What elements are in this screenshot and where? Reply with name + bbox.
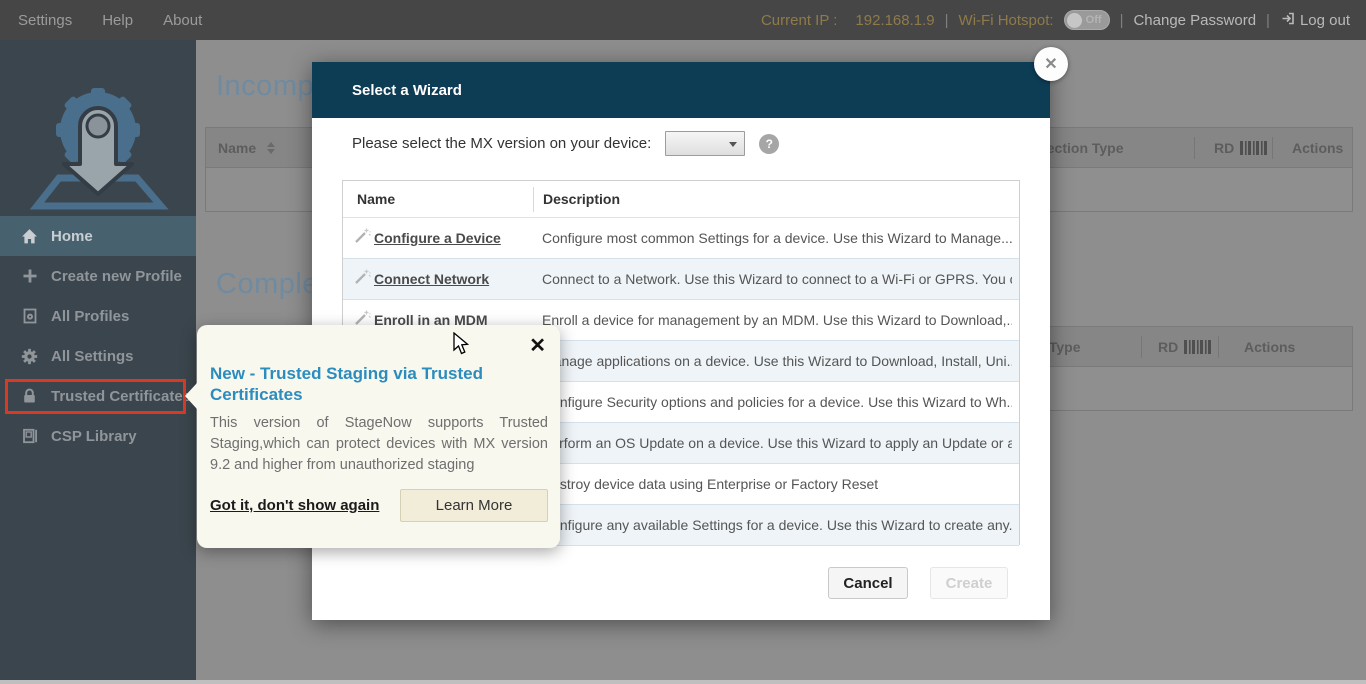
logout-icon <box>1280 11 1295 30</box>
wizard-list-header: Name Description <box>343 181 1019 218</box>
help-icon[interactable]: ? <box>759 134 779 154</box>
wizard-name-link[interactable]: Connect Network <box>374 271 532 287</box>
sidebar-item-label: All Settings <box>51 348 134 365</box>
gear-icon <box>21 348 38 365</box>
top-menu: Settings Help About <box>0 12 202 29</box>
sidebar-item-home[interactable]: Home <box>0 216 196 256</box>
sidebar-nav: Home Create new Profile All Profiles <box>0 216 196 456</box>
sidebar-item-all-settings[interactable]: All Settings <box>0 336 196 376</box>
wifi-hotspot-toggle[interactable]: Off <box>1064 10 1110 30</box>
tooltip-close-icon[interactable]: ✕ <box>529 333 546 358</box>
wizard-description: Configure Security options and policies … <box>542 394 1012 410</box>
divider <box>533 187 534 212</box>
sidebar-item-label: Home <box>51 228 93 245</box>
column-header-rd: RD <box>1214 128 1268 168</box>
dialog-close-button[interactable]: ✕ <box>1034 47 1068 81</box>
wizard-description: Enroll a device for management by an MDM… <box>542 312 1012 328</box>
wizard-name-link[interactable]: Configure a Device <box>374 230 532 246</box>
toggle-knob <box>1067 13 1082 28</box>
dismiss-link[interactable]: Got it, don't show again <box>210 497 379 514</box>
dialog-title: Select a Wizard <box>352 82 462 99</box>
wizard-row-configure-a-device[interactable]: Configure a Device Configure most common… <box>343 218 1019 259</box>
wizard-description: Configure most common Settings for a dev… <box>542 230 1012 246</box>
divider: | <box>1266 12 1270 29</box>
wand-icon <box>354 268 371 290</box>
profiles-icon <box>21 308 38 325</box>
sidebar-item-csp-library[interactable]: CSP Library <box>0 416 196 456</box>
sidebar-item-label: Create new Profile <box>51 268 182 285</box>
menu-about[interactable]: About <box>163 12 202 29</box>
barcode-icon <box>1184 340 1212 354</box>
bottom-strip <box>0 680 1366 684</box>
logout-label: Log out <box>1300 12 1350 29</box>
cancel-button[interactable]: Cancel <box>828 567 908 599</box>
tooltip-footer: Got it, don't show again Learn More <box>210 489 548 522</box>
wizard-description-column-header: Description <box>543 181 620 218</box>
mx-version-label: Please select the MX version on your dev… <box>352 135 651 152</box>
tooltip-body-text: This version of StageNow supports Truste… <box>210 413 548 476</box>
wizard-description: Configure any available Settings for a d… <box>542 517 1012 533</box>
stagenow-app-window: Settings Help About Current IP : 192.168… <box>0 0 1366 684</box>
mx-version-select[interactable] <box>665 131 745 156</box>
sidebar-item-create-new-profile[interactable]: Create new Profile <box>0 256 196 296</box>
divider <box>1141 336 1142 358</box>
stagenow-logo <box>23 68 173 223</box>
sidebar-item-all-profiles[interactable]: All Profiles <box>0 296 196 336</box>
sidebar: Home Create new Profile All Profiles <box>0 40 196 684</box>
divider <box>1218 336 1219 358</box>
plus-icon <box>21 268 38 285</box>
column-header-actions: Actions <box>1244 327 1295 367</box>
sort-icon <box>267 142 275 154</box>
mx-version-row: Please select the MX version on your dev… <box>352 131 779 156</box>
library-icon <box>21 428 38 445</box>
wizard-description: Connect to a Network. Use this Wizard to… <box>542 271 1012 287</box>
menu-settings[interactable]: Settings <box>18 12 72 29</box>
tooltip-title: New - Trusted Staging via Trusted Certif… <box>210 363 530 406</box>
chevron-down-icon <box>729 142 737 147</box>
divider <box>1272 137 1273 159</box>
wizard-description: Perform an OS Update on a device. Use th… <box>542 435 1012 451</box>
divider: | <box>945 12 949 29</box>
trusted-staging-tooltip: ✕ New - Trusted Staging via Trusted Cert… <box>197 325 560 548</box>
sidebar-item-label: CSP Library <box>51 428 137 445</box>
home-icon <box>21 228 38 245</box>
wizard-description: Destroy device data using Enterprise or … <box>542 476 1012 492</box>
barcode-icon <box>1240 141 1268 155</box>
column-header-name[interactable]: Name <box>218 128 275 168</box>
learn-more-button[interactable]: Learn More <box>400 489 548 522</box>
change-password-link[interactable]: Change Password <box>1133 12 1256 29</box>
current-ip-label: Current IP : <box>761 12 837 29</box>
current-ip-value: 192.168.1.9 <box>855 12 934 29</box>
wifi-hotspot-label: Wi-Fi Hotspot: <box>959 12 1054 29</box>
logout-link[interactable]: Log out <box>1280 11 1350 30</box>
wizard-description: Manage applications on a device. Use thi… <box>542 353 1012 369</box>
dialog-footer: Cancel Create <box>312 567 1050 599</box>
top-menu-bar: Settings Help About Current IP : 192.168… <box>0 0 1366 40</box>
wand-icon <box>354 227 371 249</box>
wizard-name-column-header: Name <box>357 181 395 218</box>
divider <box>1194 137 1195 159</box>
divider: | <box>1120 12 1124 29</box>
topbar-status-area: Current IP : 192.168.1.9 | Wi-Fi Hotspot… <box>761 10 1366 30</box>
dialog-header: Select a Wizard <box>312 62 1050 118</box>
toggle-state-label: Off <box>1086 14 1109 26</box>
column-header-actions: Actions <box>1292 128 1343 168</box>
tooltip-pointer <box>185 383 197 409</box>
tour-highlight-box <box>5 379 186 414</box>
sidebar-item-label: All Profiles <box>51 308 129 325</box>
wizard-row-connect-network[interactable]: Connect Network Connect to a Network. Us… <box>343 259 1019 300</box>
menu-help[interactable]: Help <box>102 12 133 29</box>
create-button[interactable]: Create <box>930 567 1008 599</box>
column-header-rd: RD <box>1158 327 1212 367</box>
